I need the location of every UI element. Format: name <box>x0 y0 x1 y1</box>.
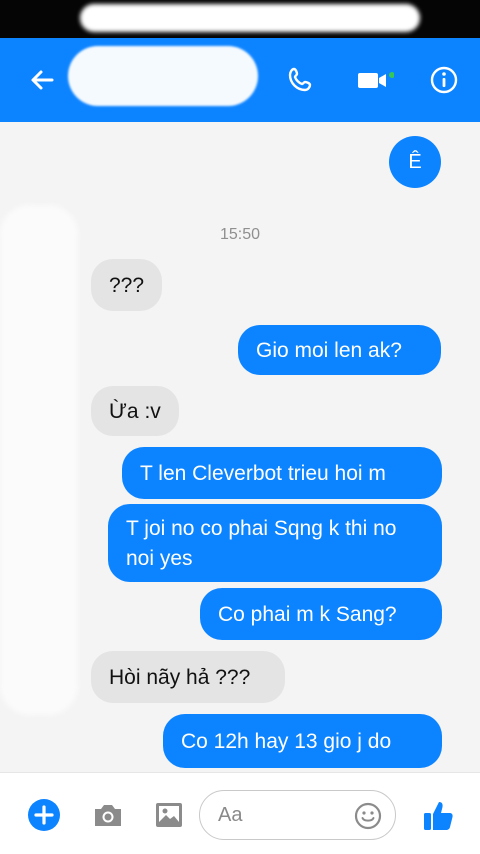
message-bubble-incoming[interactable]: Ừa :v <box>91 386 179 436</box>
emoji-icon[interactable] <box>354 802 382 830</box>
video-icon[interactable] <box>354 60 394 100</box>
message-bubble-outgoing[interactable]: T joi no co phai Sqng k thi no noi yes <box>108 504 442 582</box>
message-composer: Aa <box>0 772 480 854</box>
message-bubble-outgoing[interactable]: Co phai m k Sang? <box>200 588 442 640</box>
plus-icon[interactable] <box>24 795 64 835</box>
back-arrow-icon[interactable] <box>22 60 62 100</box>
message-bubble-incoming[interactable]: Hòi nãy hả ??? <box>91 651 285 703</box>
info-icon[interactable] <box>424 60 464 100</box>
image-icon[interactable] <box>149 795 189 835</box>
status-bar <box>0 0 480 38</box>
contact-name-redaction <box>68 46 258 106</box>
message-input-placeholder: Aa <box>218 804 243 826</box>
redaction-mark <box>0 205 78 715</box>
camera-icon[interactable] <box>88 795 128 835</box>
phone-icon[interactable] <box>280 60 320 100</box>
message-bubble-outgoing[interactable]: Co 12h hay 13 gio j do <box>163 714 442 768</box>
message-timestamp: 15:50 <box>219 226 261 243</box>
message-bubble-outgoing[interactable]: Gio moi len ak? <box>238 325 441 375</box>
message-bubble-incoming[interactable]: ??? <box>91 259 163 311</box>
thumbs-up-icon[interactable] <box>418 795 458 835</box>
chat-header <box>0 38 480 122</box>
redaction-mark <box>80 4 420 32</box>
message-bubble-outgoing[interactable]: Ê <box>389 136 441 188</box>
message-bubble-outgoing[interactable]: T len Cleverbot trieu hoi m <box>122 447 442 499</box>
message-input[interactable]: Aa <box>199 790 396 840</box>
